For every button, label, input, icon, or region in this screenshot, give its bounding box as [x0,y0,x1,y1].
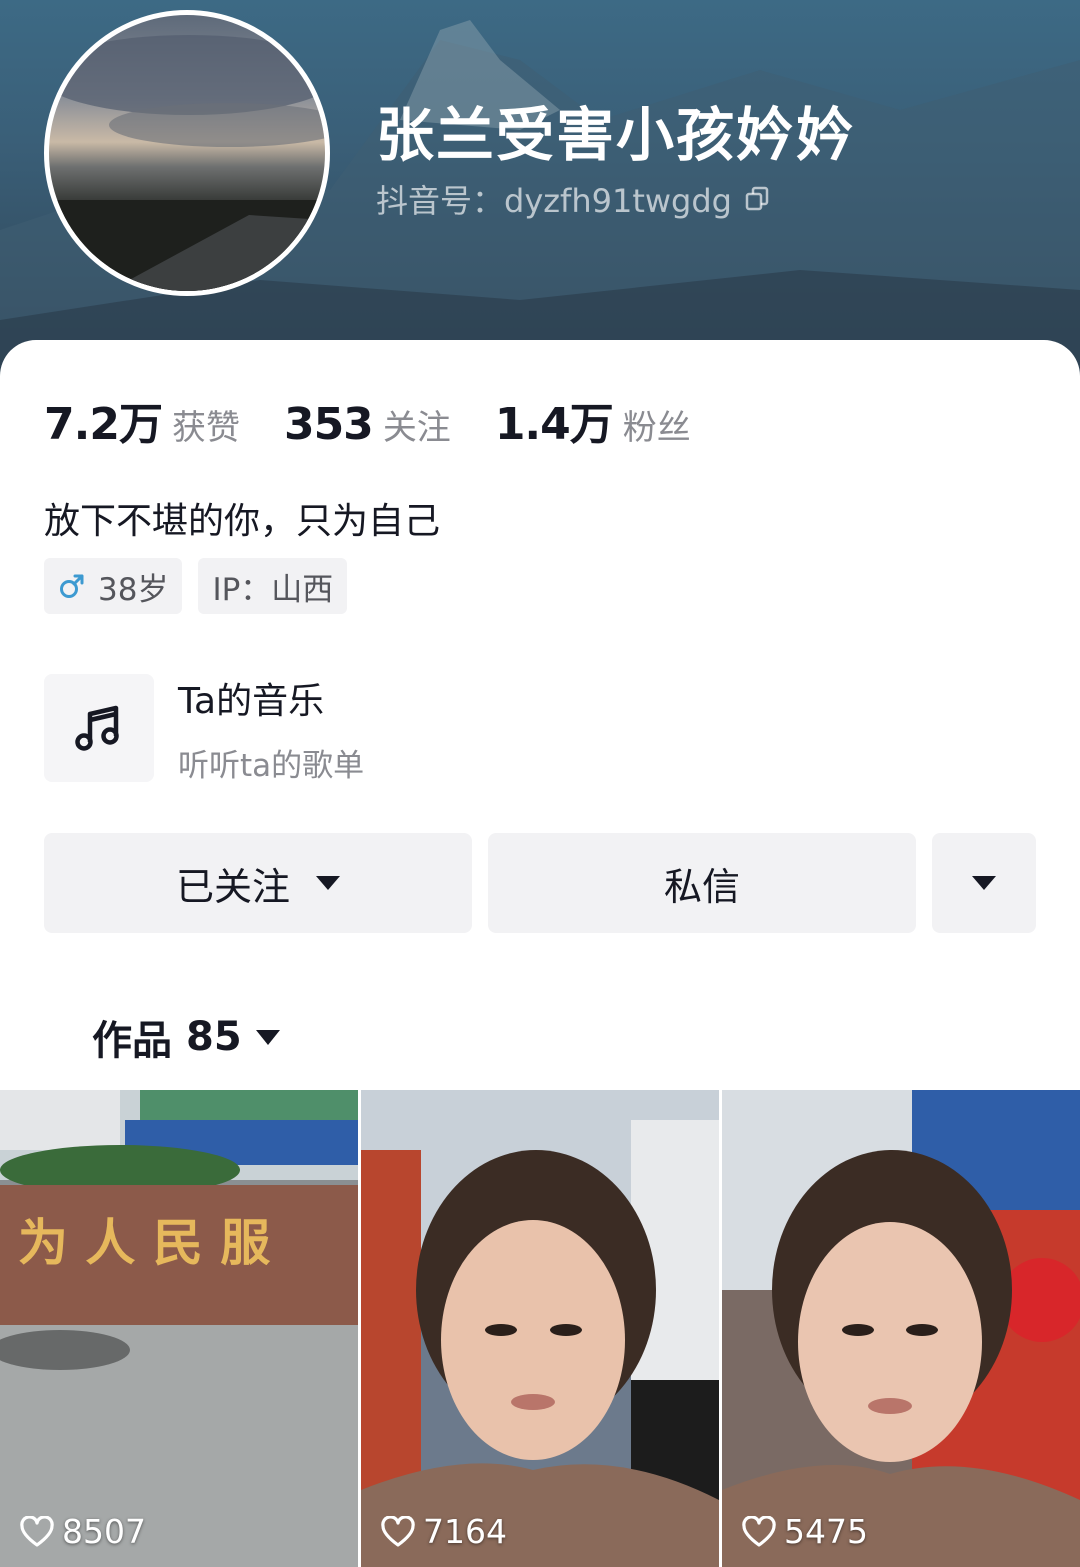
video-thumbnail-image [361,1090,719,1567]
works-tab-count: 85 [186,1014,242,1060]
video-thumbnail-image: 为 人 民 服 [0,1090,358,1567]
video-likes-count: 7164 [423,1512,507,1551]
avatar-image [49,35,325,291]
stat-followers-value: 1.4万 [494,399,614,450]
video-thumbnail[interactable]: 为 人 民 服 8507 [0,1090,358,1567]
heart-icon [20,1515,54,1547]
stat-likes[interactable]: 7.2万 获赞 [44,388,240,452]
works-tab-label: 作品 [92,1018,172,1064]
age-text: 38岁 [98,571,169,608]
action-buttons: 已关注 私信 [44,833,1036,933]
video-thumbnail-image [722,1090,1080,1567]
message-button-label: 私信 [663,864,740,909]
heart-icon [381,1515,415,1547]
works-tab[interactable]: 作品 85 [92,1008,280,1066]
copy-icon[interactable] [744,186,770,212]
stat-following[interactable]: 353 关注 [284,399,451,450]
video-likes-count: 8507 [62,1512,146,1551]
stat-following-value: 353 [283,399,374,450]
stat-followers-label: 粉丝 [622,408,691,448]
stats-row: 7.2万 获赞 353 关注 1.4万 粉丝 [44,388,735,452]
video-likes: 7164 [381,1512,507,1551]
music-entry[interactable]: Ta的音乐 听听ta的歌单 [44,670,364,785]
gender-age-tag: 38岁 [44,558,183,614]
video-likes: 5475 [742,1512,868,1551]
stat-likes-value: 7.2万 [44,399,163,450]
caret-down-icon [972,876,996,890]
music-title: Ta的音乐 [178,681,325,722]
ip-tag: IP：山西 [198,558,348,614]
stat-followers[interactable]: 1.4万 粉丝 [495,388,691,452]
bio: 放下不堪的你，只为自己 [44,501,441,542]
nickname: 张兰受害小孩妗妗 [376,101,857,169]
message-button[interactable]: 私信 [488,833,916,933]
douyin-id-text: 抖音号：dyzfh91twgdg [376,182,732,220]
video-grid: 为 人 民 服 8507 7164 5475 [0,1090,1080,1567]
male-icon [60,574,84,598]
svg-text:为 人 民 服: 为 人 民 服 [18,1213,270,1272]
music-subtitle: 听听ta的歌单 [178,748,365,784]
video-likes: 8507 [20,1512,146,1551]
caret-down-icon [255,1029,280,1045]
douyin-id[interactable]: 抖音号：dyzfh91twgdg [376,176,770,222]
stat-following-label: 关注 [382,408,451,448]
music-icon-box [44,673,154,782]
music-note-icon [75,705,119,751]
caret-down-icon [316,876,340,890]
video-likes-count: 5475 [784,1512,868,1551]
profile-card: 7.2万 获赞 353 关注 1.4万 粉丝 放下不堪的你，只为自己 38岁 I… [0,340,1080,1567]
avatar[interactable] [44,10,330,296]
followed-button-label: 已关注 [175,864,290,909]
followed-button[interactable]: 已关注 [44,833,472,933]
tags-row: 38岁 IP：山西 [44,558,363,614]
video-thumbnail[interactable]: 5475 [722,1090,1080,1567]
heart-icon [742,1515,776,1547]
stat-likes-label: 获赞 [171,408,240,448]
more-options-button[interactable] [932,833,1036,933]
ip-text: IP：山西 [212,571,334,608]
video-thumbnail[interactable]: 7164 [361,1090,719,1567]
